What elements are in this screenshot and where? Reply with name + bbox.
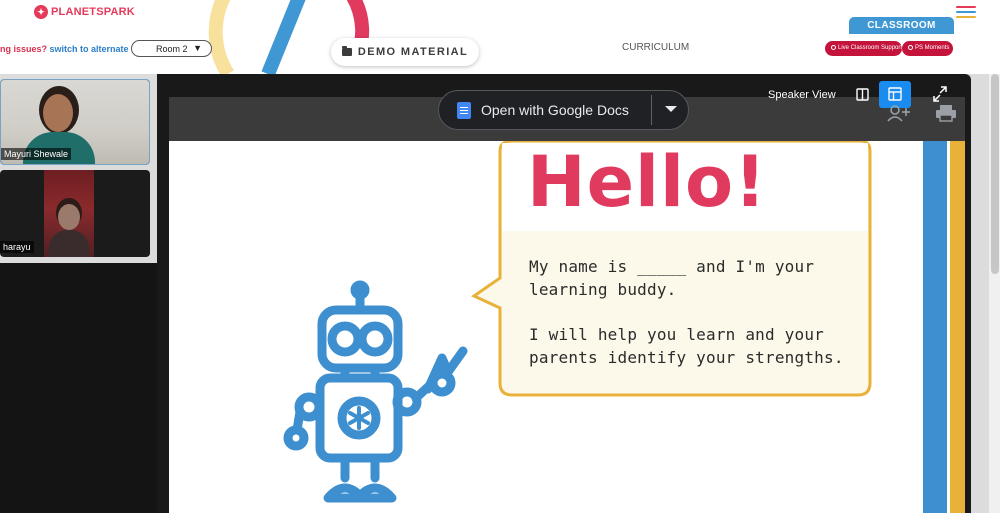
live-support-button[interactable]: Live Classroom Support: [825, 41, 902, 56]
folder-icon: [341, 46, 352, 56]
participant-name: harayu: [0, 241, 34, 253]
demo-material-label: DEMO MATERIAL: [357, 46, 469, 58]
slide-text-line: parents identify your strengths.: [529, 348, 844, 367]
logo-text: PLANETSPARK: [51, 6, 135, 18]
app-header: ✦ PLANETSPARK ng issues? switch to alter…: [0, 0, 988, 74]
live-support-label: Live Classroom Support: [838, 45, 903, 51]
page-scrollbar[interactable]: [988, 74, 1000, 513]
slide-text-line: learning buddy.: [529, 280, 677, 299]
issues-question: ng issues?: [0, 44, 48, 54]
slide-edge-stripe-yellow: [950, 141, 965, 513]
logo-mark-icon: ✦: [34, 5, 48, 19]
menu-icon[interactable]: [956, 6, 976, 18]
header-decoration: [208, 0, 370, 74]
slide-heading: Hello!: [527, 141, 768, 223]
split-view-icon: [856, 88, 869, 101]
participant-tile[interactable]: harayu: [0, 170, 150, 257]
split-view-button[interactable]: [846, 81, 878, 108]
chevron-down-icon: ▼: [193, 43, 202, 53]
participant-name: Mayuri Shewale: [1, 148, 72, 160]
print-icon[interactable]: [934, 103, 958, 123]
participant-tile[interactable]: Mayuri Shewale: [0, 79, 150, 165]
close-circle-icon: [831, 45, 836, 50]
open-with-label: Open with Google Docs: [481, 102, 629, 118]
speaker-view-label[interactable]: Speaker View: [768, 89, 836, 101]
ps-moments-button[interactable]: PS Moments: [902, 41, 953, 56]
slide-text-line: I will help you learn and your: [529, 325, 824, 344]
robot-illustration: [283, 280, 468, 503]
curriculum-link[interactable]: CURRICULUM: [622, 42, 689, 53]
close-circle-icon: [908, 45, 913, 50]
button-divider: [651, 95, 652, 125]
room-select[interactable]: Room 2 ▼: [131, 40, 212, 57]
room-value: Room 2: [156, 43, 188, 54]
classroom-tab[interactable]: CLASSROOM: [849, 17, 954, 34]
planetspark-logo[interactable]: ✦ PLANETSPARK: [34, 5, 135, 19]
demo-material-button[interactable]: DEMO MATERIAL: [331, 38, 479, 66]
google-docs-icon: [457, 101, 471, 119]
participant-video: [44, 170, 94, 257]
slide-edge-stripe-blue: [923, 141, 947, 513]
scrollbar-thumb[interactable]: [991, 74, 999, 274]
add-person-icon[interactable]: [886, 103, 912, 123]
chevron-down-icon[interactable]: [665, 106, 677, 112]
ps-moments-label: PS Moments: [915, 45, 950, 51]
participants-panel-background: [0, 263, 157, 513]
open-with-google-docs-button[interactable]: Open with Google Docs: [438, 90, 689, 130]
slide-text-line: My name is _____ and I'm your: [529, 257, 815, 276]
